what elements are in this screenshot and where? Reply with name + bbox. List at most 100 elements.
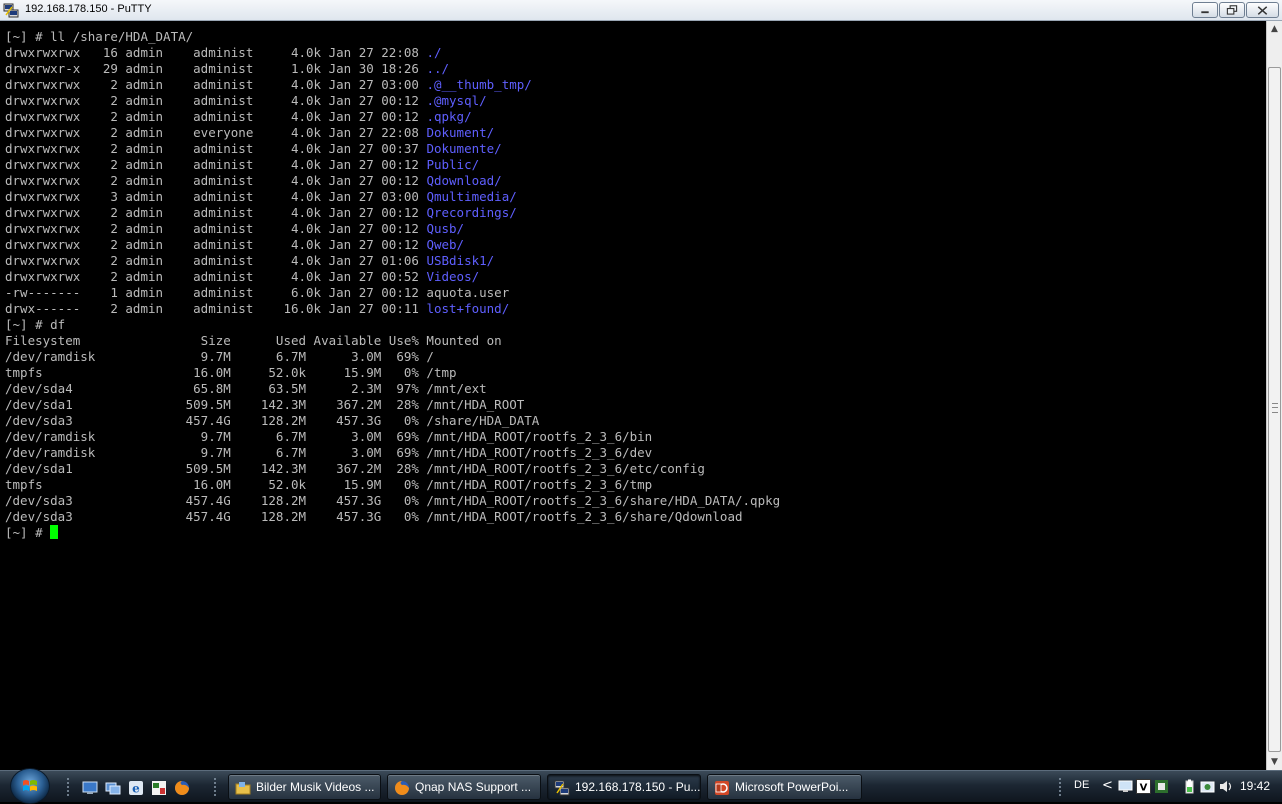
scroll-down-arrow-icon[interactable]: ▼ bbox=[1267, 754, 1282, 770]
terminal-output: [~] # ll /share/HDA_DATA/drwxrwxrwx 16 a… bbox=[5, 29, 780, 541]
terminal-line-text: /dev/sda1 509.5M 142.3M 367.2M 28% /mnt/… bbox=[5, 461, 705, 476]
toolbar-grip[interactable] bbox=[66, 777, 70, 797]
ie-icon[interactable]: e bbox=[128, 780, 144, 796]
terminal-line-text: drwxrwxrwx 2 admin administ 4.0k Jan 27 … bbox=[5, 253, 427, 268]
terminal-line-text: /dev/ramdisk 9.7M 6.7M 3.0M 69% /mnt/HDA… bbox=[5, 445, 653, 460]
task-putty[interactable]: 192.168.178.150 - Pu... bbox=[547, 774, 701, 800]
terminal-line-text: drwxrwxrwx 2 admin administ 4.0k Jan 27 … bbox=[5, 109, 427, 124]
folder-icon bbox=[235, 782, 251, 795]
terminal-line-text: drwxrwxrwx 2 admin administ 4.0k Jan 27 … bbox=[5, 141, 427, 156]
directory-name: Public/ bbox=[426, 157, 480, 172]
terminal-line: /dev/sda3 457.4G 128.2M 457.3G 0% /mnt/H… bbox=[5, 509, 780, 525]
title-bar[interactable]: 192.168.178.150 - PuTTY bbox=[0, 0, 1282, 21]
terminal-line: drwxrwxrwx 2 admin administ 4.0k Jan 27 … bbox=[5, 141, 780, 157]
putty-icon[interactable] bbox=[3, 3, 19, 18]
scroll-up-arrow-icon[interactable]: ▲ bbox=[1267, 21, 1282, 37]
terminal-line-text: Filesystem Size Used Available Use% Moun… bbox=[5, 333, 502, 348]
directory-name: Qrecordings/ bbox=[426, 205, 517, 220]
clock[interactable]: 19:42 bbox=[1240, 779, 1270, 793]
terminal-line: tmpfs 16.0M 52.0k 15.9M 0% /tmp bbox=[5, 365, 780, 381]
terminal-line-text: drwxrwxrwx 2 admin administ 4.0k Jan 27 … bbox=[5, 205, 427, 220]
terminal-area[interactable]: [~] # ll /share/HDA_DATA/drwxrwxrwx 16 a… bbox=[0, 21, 1266, 770]
terminal-line: /dev/sda1 509.5M 142.3M 367.2M 28% /mnt/… bbox=[5, 461, 780, 477]
terminal-line: /dev/ramdisk 9.7M 6.7M 3.0M 69% /mnt/HDA… bbox=[5, 445, 780, 461]
terminal-line: -rw------- 1 admin administ 6.0k Jan 27 … bbox=[5, 285, 780, 301]
terminal-line-text: drwxrwxrwx 2 admin administ 4.0k Jan 27 … bbox=[5, 173, 427, 188]
terminal-line: drwxrwxrwx 2 admin administ 4.0k Jan 27 … bbox=[5, 77, 780, 93]
terminal-line: drwxrwxrwx 2 admin administ 4.0k Jan 27 … bbox=[5, 93, 780, 109]
close-icon bbox=[1257, 6, 1268, 15]
terminal-line-text: /dev/sda3 457.4G 128.2M 457.3G 0% /mnt/H… bbox=[5, 509, 743, 524]
cursor-block bbox=[50, 525, 59, 539]
volume-icon[interactable] bbox=[1218, 779, 1233, 794]
terminal-line-text: drwxrwxrwx 2 admin administ 4.0k Jan 27 … bbox=[5, 77, 427, 92]
directory-name: .qpkg/ bbox=[426, 109, 472, 124]
terminal-line-text: drwxrwxrwx 2 admin administ 4.0k Jan 27 … bbox=[5, 93, 427, 108]
terminal-line-text: [~] # ll /share/HDA_DATA/ bbox=[5, 29, 194, 44]
app-tray-icon[interactable] bbox=[1154, 779, 1169, 794]
directory-name: Dokument/ bbox=[426, 125, 495, 140]
terminal-line: drwxrwxrwx 2 admin administ 4.0k Jan 27 … bbox=[5, 237, 780, 253]
firefox-icon bbox=[395, 781, 409, 795]
task-powerpoint[interactable]: Microsoft PowerPoi... bbox=[707, 774, 862, 800]
terminal-line-text: drwx------ 2 admin administ 16.0k Jan 27… bbox=[5, 301, 427, 316]
vertical-scrollbar[interactable]: ▲ ▼ bbox=[1266, 21, 1282, 770]
putty-icon bbox=[554, 780, 570, 796]
terminal-line-text: drwxrwxrwx 2 admin administ 4.0k Jan 27 … bbox=[5, 237, 427, 252]
vmware-icon[interactable]: V bbox=[1136, 779, 1151, 794]
terminal-line-text: -rw------- 1 admin administ 6.0k Jan 27 … bbox=[5, 285, 510, 300]
task-label: 192.168.178.150 - Pu... bbox=[575, 780, 701, 794]
show-desktop-icon[interactable] bbox=[82, 780, 98, 796]
language-indicator[interactable]: DE bbox=[1074, 779, 1089, 791]
scroll-thumb[interactable] bbox=[1268, 67, 1281, 752]
terminal-line: /dev/sda1 509.5M 142.3M 367.2M 28% /mnt/… bbox=[5, 397, 780, 413]
terminal-line-text: drwxrwxrwx 16 admin administ 4.0k Jan 27… bbox=[5, 45, 427, 60]
powerpoint-icon bbox=[715, 781, 729, 795]
terminal-line-text: drwxrwxrwx 2 admin everyone 4.0k Jan 27 … bbox=[5, 125, 427, 140]
svg-text:V: V bbox=[1140, 783, 1148, 794]
network-icon[interactable] bbox=[1118, 779, 1133, 794]
minimize-button[interactable] bbox=[1192, 2, 1218, 18]
directory-name: ./ bbox=[426, 45, 442, 60]
window-title: 192.168.178.150 - PuTTY bbox=[25, 3, 152, 15]
terminal-line: drwxrwxrwx 2 admin administ 4.0k Jan 27 … bbox=[5, 173, 780, 189]
toolbar-grip[interactable] bbox=[1058, 777, 1062, 797]
directory-name: ../ bbox=[426, 61, 450, 76]
terminal-line: /dev/ramdisk 9.7M 6.7M 3.0M 69% /mnt/HDA… bbox=[5, 429, 780, 445]
terminal-line: drwxrwxrwx 2 admin administ 4.0k Jan 27 … bbox=[5, 157, 780, 173]
terminal-line: /dev/sda3 457.4G 128.2M 457.3G 0% /mnt/H… bbox=[5, 493, 780, 509]
firefox-icon[interactable] bbox=[174, 780, 190, 796]
start-button[interactable] bbox=[10, 768, 50, 804]
windows-logo-icon bbox=[23, 780, 37, 791]
terminal-line-text: [~] # bbox=[5, 525, 51, 540]
app-shortcut-icon[interactable] bbox=[151, 780, 167, 796]
terminal-line-text: drwxrwxrwx 2 admin administ 4.0k Jan 27 … bbox=[5, 269, 427, 284]
task-label: Microsoft PowerPoi... bbox=[735, 780, 849, 794]
directory-name: lost+found/ bbox=[426, 301, 510, 316]
terminal-line-text: drwxrwxr-x 29 admin administ 1.0k Jan 30… bbox=[5, 61, 427, 76]
close-button[interactable] bbox=[1246, 2, 1279, 18]
window-switcher-icon[interactable] bbox=[105, 780, 121, 796]
terminal-line: [~] # bbox=[5, 525, 780, 541]
directory-name: Dokumente/ bbox=[426, 141, 502, 156]
battery-icon[interactable] bbox=[1182, 779, 1197, 794]
directory-name: Qdownload/ bbox=[426, 173, 502, 188]
show-hidden-icons-chevron-icon[interactable]: < bbox=[1102, 778, 1113, 793]
toolbar-grip[interactable] bbox=[213, 777, 217, 797]
terminal-line-text: /dev/sda3 457.4G 128.2M 457.3G 0% /mnt/H… bbox=[5, 493, 781, 508]
security-icon[interactable] bbox=[1200, 779, 1215, 794]
terminal-line: drwxrwxrwx 2 admin administ 4.0k Jan 27 … bbox=[5, 269, 780, 285]
task-explorer-folder[interactable]: Bilder Musik Videos ... bbox=[228, 774, 381, 800]
terminal-line-text: tmpfs 16.0M 52.0k 15.9M 0% /mnt/HDA_ROOT… bbox=[5, 477, 653, 492]
terminal-line: drwxrwxrwx 16 admin administ 4.0k Jan 27… bbox=[5, 45, 780, 61]
maximize-button[interactable] bbox=[1219, 2, 1245, 18]
terminal-line: drwxrwxrwx 3 admin administ 4.0k Jan 27 … bbox=[5, 189, 780, 205]
terminal-line: /dev/sda4 65.8M 63.5M 2.3M 97% /mnt/ext bbox=[5, 381, 780, 397]
terminal-line: drwxrwxrwx 2 admin administ 4.0k Jan 27 … bbox=[5, 221, 780, 237]
directory-name: .@__thumb_tmp/ bbox=[426, 77, 532, 92]
directory-name: .@mysql/ bbox=[426, 93, 487, 108]
task-firefox[interactable]: Qnap NAS Support ... bbox=[387, 774, 541, 800]
terminal-line: drwxrwxrwx 2 admin everyone 4.0k Jan 27 … bbox=[5, 125, 780, 141]
terminal-line: drwxrwxrwx 2 admin administ 4.0k Jan 27 … bbox=[5, 253, 780, 269]
terminal-line: drwxrwxrwx 2 admin administ 4.0k Jan 27 … bbox=[5, 205, 780, 221]
